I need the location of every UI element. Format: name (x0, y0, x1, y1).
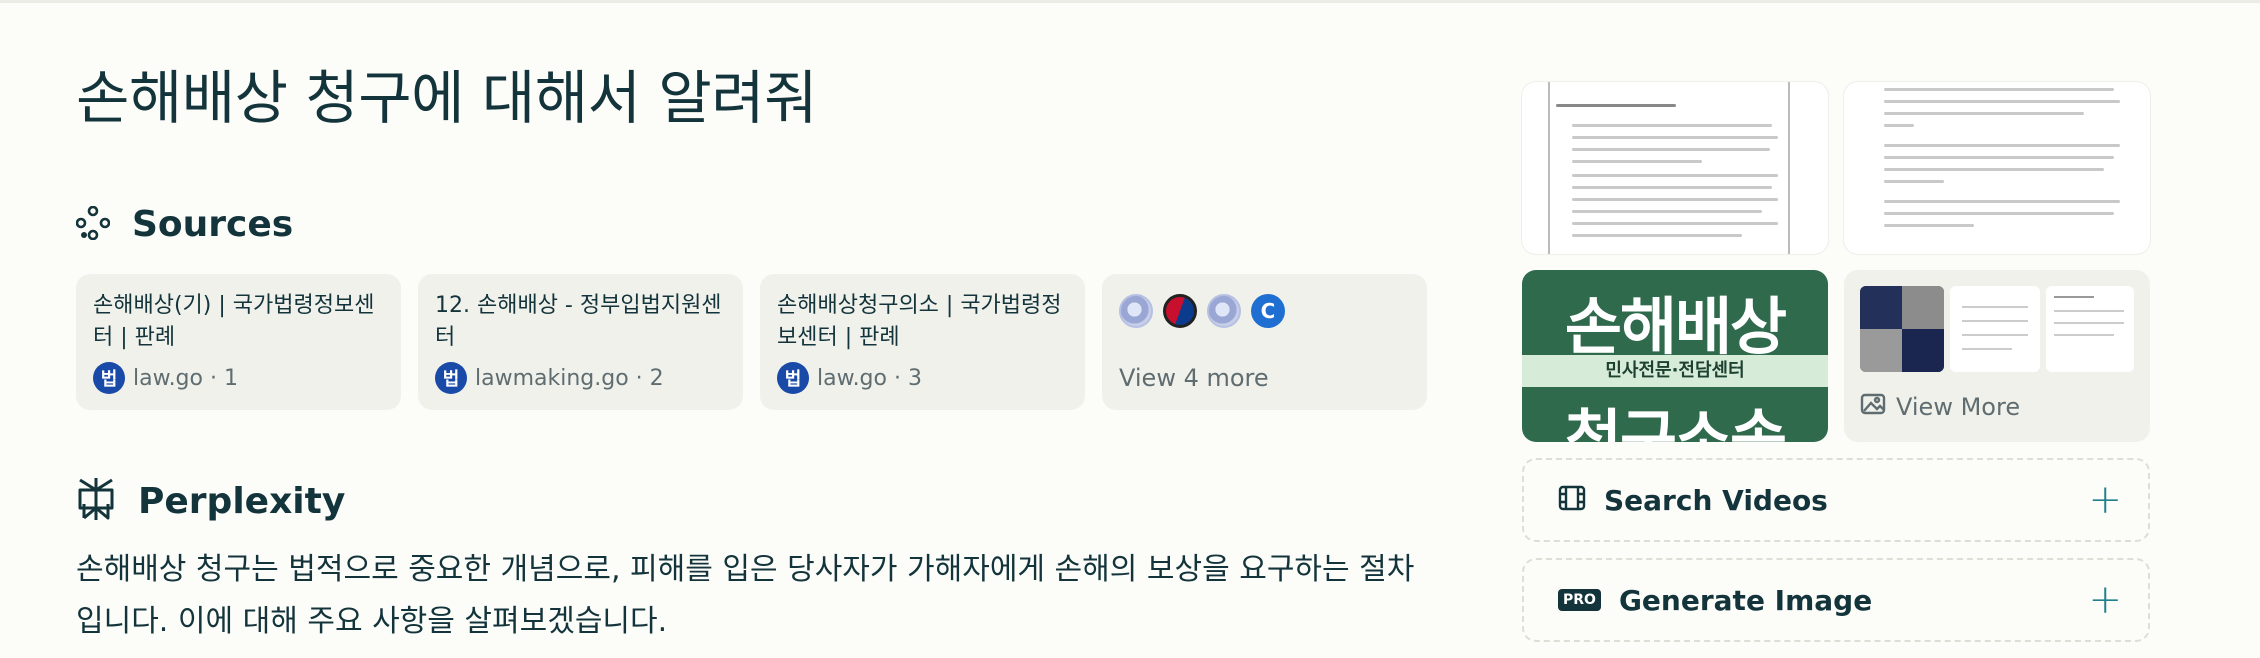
view-more-label: View More (1896, 393, 2021, 421)
source-meta: 법 lawmaking.go · 2 (435, 362, 664, 394)
answer-text: 손해배상 청구는 법적으로 중요한 개념으로, 피해를 입은 당사자가 가해자에… (76, 552, 1415, 639)
sources-header: Sources (75, 204, 294, 245)
mini-thumb-3 (2046, 286, 2134, 372)
sources-icon (75, 205, 111, 244)
source-meta: 법 law.go · 3 (777, 362, 922, 394)
pro-badge: PRO (1558, 589, 1601, 611)
globe-icon (1207, 294, 1241, 328)
globe-icon (1119, 294, 1153, 328)
document-image-1[interactable] (1522, 82, 1828, 254)
source-domain: law.go · 1 (133, 365, 238, 391)
source-card-1[interactable]: 손해배상(기) | 국가법령정보센터 | 판례 법 law.go · 1 (76, 274, 401, 410)
generate-image-button[interactable]: PRO Generate Image + (1522, 558, 2150, 642)
source-domain: lawmaking.go · 2 (475, 365, 664, 391)
generate-image-label: Generate Image (1618, 583, 1873, 617)
source-title: 손해배상청구의소 | 국가법령정보센터 | 판례 (777, 293, 1062, 350)
source-title: 손해배상(기) | 국가법령정보센터 | 판례 (93, 293, 375, 350)
answer-heading: Perplexity (138, 480, 346, 522)
search-videos-label: Search Videos (1604, 483, 1828, 517)
mini-thumb-2 (1950, 286, 2040, 372)
sources-heading: Sources (132, 204, 294, 245)
document-image-2[interactable] (1844, 82, 2150, 254)
top-divider (0, 0, 2260, 3)
c-letter-icon: C (1251, 294, 1285, 328)
search-videos-button[interactable]: Search Videos + (1522, 458, 2150, 542)
plus-icon: + (2088, 577, 2122, 623)
view-more-sources-label: View 4 more (1119, 364, 1269, 392)
source-domain: law.go · 3 (817, 365, 922, 391)
source-card-2[interactable]: 12. 손해배상 - 정부입법지원센터 법 lawmaking.go · 2 (418, 274, 743, 410)
korea-flag-icon (1163, 294, 1197, 328)
view-more-sources-button[interactable]: C View 4 more (1102, 274, 1427, 410)
law-favicon-icon: 법 (93, 362, 125, 394)
lawsuit-ad-image[interactable]: 손해배상 민사전문·전담센터 청구소송 (1522, 270, 1828, 442)
ad-top-text: 손해배상 (1564, 290, 1787, 363)
perplexity-logo-icon (76, 476, 116, 526)
source-title: 12. 손해배상 - 정부입법지원센터 (435, 293, 722, 350)
source-meta: 법 law.go · 1 (93, 362, 238, 394)
law-favicon-icon: 법 (777, 362, 809, 394)
view-more-images: View More (1860, 392, 2020, 422)
sources-list: 손해배상(기) | 국가법령정보센터 | 판례 법 law.go · 1 12.… (76, 274, 1427, 410)
plus-icon: + (2088, 477, 2122, 523)
ad-bottom-text: 청구소송 (1564, 402, 1787, 442)
film-icon (1558, 485, 1586, 515)
more-sources-icons: C (1119, 294, 1411, 328)
ad-band-text: 민사전문·전담센터 (1522, 355, 1828, 387)
query-title: 손해배상 청구에 대해서 알려줘 (76, 64, 818, 132)
mini-thumb-1 (1860, 286, 1944, 372)
view-more-images-button[interactable]: View More (1844, 270, 2150, 442)
source-card-3[interactable]: 손해배상청구의소 | 국가법령정보센터 | 판례 법 law.go · 3 (760, 274, 1085, 410)
law-favicon-icon: 법 (435, 362, 467, 394)
image-icon (1860, 392, 1886, 422)
answer-header: Perplexity (76, 476, 345, 526)
